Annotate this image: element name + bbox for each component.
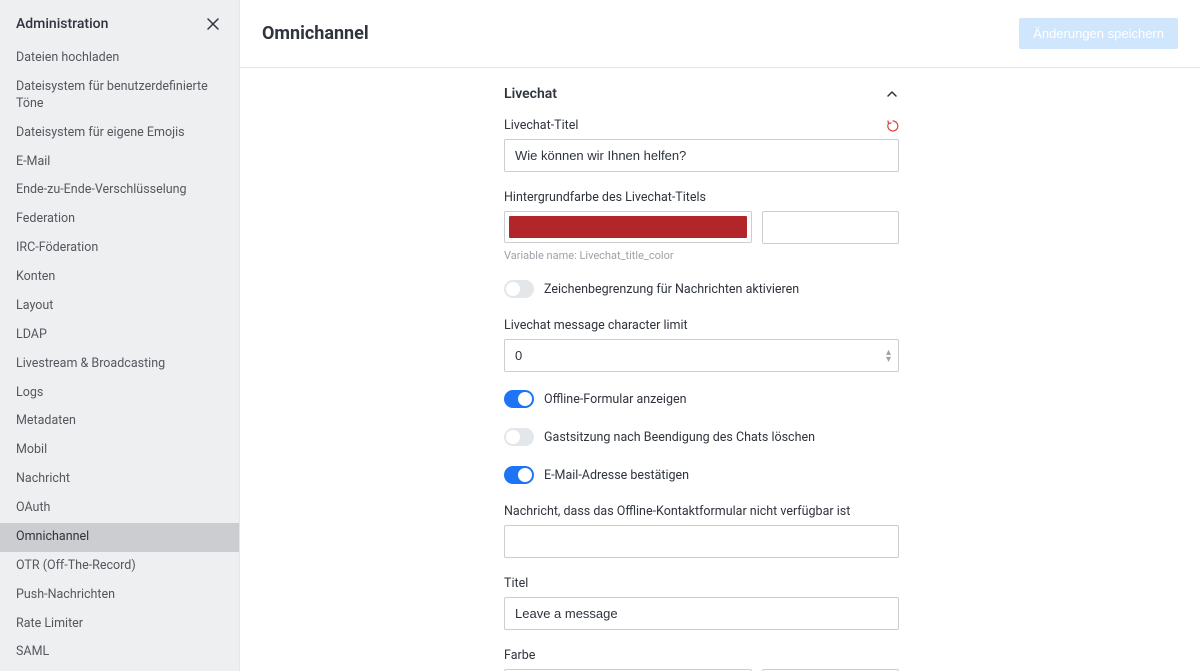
field-offline-unavailable: Nachricht, dass das Offline-Kontaktformu… (504, 504, 899, 558)
sidebar-item[interactable]: Rate Limiter (0, 610, 239, 639)
sidebar-item[interactable]: Dateisystem für eigene Emojis (0, 119, 239, 148)
field-offline-title: Titel (504, 576, 899, 630)
sidebar-item[interactable]: Dateien hochladen (0, 44, 239, 73)
offline-title-input[interactable] (504, 597, 899, 630)
toggle-label: E-Mail-Adresse bestätigen (544, 468, 689, 483)
sidebar-item[interactable]: Layout (0, 292, 239, 321)
color-hex-input[interactable] (762, 211, 899, 244)
livechat-title-input[interactable] (504, 139, 899, 172)
sidebar-item[interactable]: Nachricht (0, 465, 239, 494)
offline-unavailable-input[interactable] (504, 525, 899, 558)
field-livechat-title: Livechat-Titel (504, 118, 899, 172)
close-icon (206, 17, 220, 31)
field-char-limit: Livechat message character limit ▴▾ (504, 318, 899, 372)
sidebar-item[interactable]: Omnichannel (0, 523, 239, 552)
close-sidebar-button[interactable] (203, 14, 223, 34)
sidebar-item[interactable]: Federation (0, 205, 239, 234)
sidebar-header: Administration (0, 0, 239, 44)
clear-guest-toggle[interactable] (504, 428, 534, 446)
toggle-label: Offline-Formular anzeigen (544, 392, 687, 407)
sidebar-item[interactable]: Livestream & Broadcasting (0, 350, 239, 379)
save-button[interactable]: Änderungen speichern (1019, 18, 1178, 49)
helper-text: Variable name: Livechat_title_color (504, 249, 899, 262)
sidebar-item[interactable]: Dateisystem für benutzerdefinierte Töne (0, 73, 239, 119)
admin-sidebar: Administration Dateien hochladenDateisys… (0, 0, 240, 671)
chevron-up-icon (885, 87, 899, 101)
sidebar-item[interactable]: Setup-Assistent (0, 667, 239, 671)
main-panel: Omnichannel Änderungen speichern Livecha… (240, 0, 1200, 671)
toggle-char-limit: Zeichenbegrenzung für Nachrichten aktivi… (504, 280, 899, 298)
content-scroll[interactable]: Livechat Livechat-Titel Hintergrundfarbe… (240, 68, 1200, 671)
section-title: Livechat (504, 86, 557, 102)
sidebar-item[interactable]: LDAP (0, 321, 239, 350)
toggle-label: Zeichenbegrenzung für Nachrichten aktivi… (544, 282, 799, 297)
sidebar-item[interactable]: SAML (0, 638, 239, 667)
char-limit-toggle[interactable] (504, 280, 534, 298)
offline-form-toggle[interactable] (504, 390, 534, 408)
page-title: Omnichannel (262, 23, 369, 44)
field-label: Farbe (504, 648, 535, 663)
field-bg-color: Hintergrundfarbe des Livechat-Titels Var… (504, 190, 899, 262)
reset-icon[interactable] (887, 120, 899, 132)
sidebar-item[interactable]: Logs (0, 379, 239, 408)
color-swatch-box[interactable] (504, 211, 752, 243)
field-label: Titel (504, 576, 528, 591)
main-header: Omnichannel Änderungen speichern (240, 0, 1200, 68)
field-label: Livechat-Titel (504, 118, 578, 133)
sidebar-item[interactable]: IRC-Föderation (0, 234, 239, 263)
sidebar-title: Administration (16, 16, 108, 32)
field-label: Livechat message character limit (504, 318, 688, 333)
field-label: Nachricht, dass das Offline-Kontaktformu… (504, 504, 850, 519)
toggle-label: Gastsitzung nach Beendigung des Chats lö… (544, 430, 815, 445)
sidebar-item[interactable]: OAuth (0, 494, 239, 523)
char-limit-input[interactable] (504, 339, 899, 372)
sidebar-item[interactable]: Metadaten (0, 407, 239, 436)
sidebar-item[interactable]: E-Mail (0, 148, 239, 177)
field-label: Hintergrundfarbe des Livechat-Titels (504, 190, 706, 205)
toggle-validate-email: E-Mail-Adresse bestätigen (504, 466, 899, 484)
section-header-livechat[interactable]: Livechat (504, 86, 899, 118)
toggle-clear-guest: Gastsitzung nach Beendigung des Chats lö… (504, 428, 899, 446)
sidebar-item[interactable]: OTR (Off-The-Record) (0, 552, 239, 581)
validate-email-toggle[interactable] (504, 466, 534, 484)
color-swatch (509, 216, 747, 238)
sidebar-nav: Dateien hochladenDateisystem für benutze… (0, 44, 239, 671)
sidebar-item[interactable]: Ende-zu-Ende-Verschlüsselung (0, 176, 239, 205)
field-offline-color: Farbe Variable name: Livechat_offline_ti… (504, 648, 899, 671)
sidebar-item[interactable]: Konten (0, 263, 239, 292)
sidebar-item[interactable]: Mobil (0, 436, 239, 465)
toggle-offline-form: Offline-Formular anzeigen (504, 390, 899, 408)
sidebar-item[interactable]: Push-Nachrichten (0, 581, 239, 610)
